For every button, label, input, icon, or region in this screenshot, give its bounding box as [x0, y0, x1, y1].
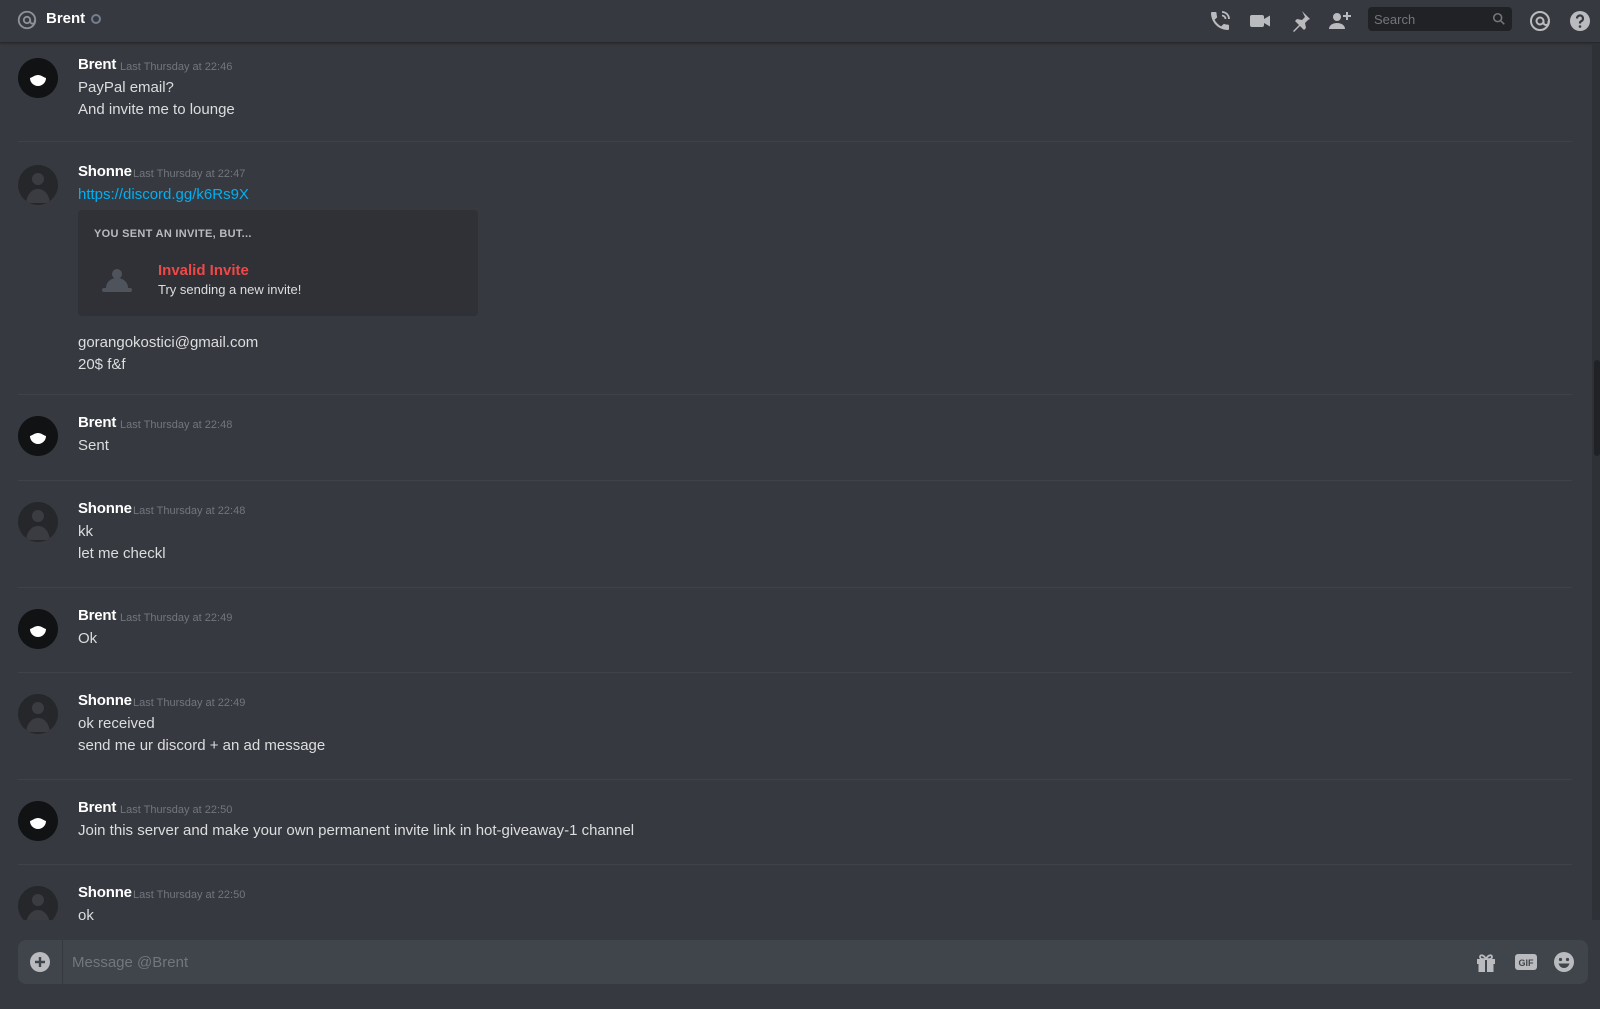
brent-avatar-icon [18, 801, 58, 841]
username[interactable]: Shonne [78, 500, 132, 517]
search-input[interactable]: Search [1368, 7, 1512, 31]
message-text: Join this server and make your own perma… [78, 822, 635, 839]
mentions-icon[interactable] [1528, 9, 1552, 33]
channel-title: Brent [46, 10, 86, 27]
embed-title: Invalid Invite [158, 262, 249, 279]
channel-header: Brent Search [0, 0, 1600, 43]
message-text: send me ur discord + an ad message [78, 737, 326, 754]
embed-header: YOU SENT AN INVITE, BUT... [94, 228, 252, 240]
avatar[interactable] [18, 58, 58, 98]
message-divider [18, 864, 1572, 865]
status-indicator-icon [91, 14, 101, 24]
username[interactable]: Brent [78, 607, 116, 624]
shonne-avatar-icon [18, 886, 58, 920]
scrollbar-thumb[interactable] [1594, 360, 1600, 456]
username[interactable]: Brent [78, 56, 116, 73]
avatar[interactable] [18, 801, 58, 841]
gift-icon[interactable] [1474, 951, 1498, 973]
message-divider [18, 779, 1572, 780]
avatar[interactable] [18, 502, 58, 542]
message-divider [18, 141, 1572, 142]
composer-divider [62, 940, 63, 984]
timestamp: Last Thursday at 22:50 [133, 889, 246, 901]
gif-icon[interactable]: GIF [1514, 951, 1538, 973]
emoji-icon[interactable] [1552, 951, 1576, 973]
message-text: And invite me to lounge [78, 101, 235, 118]
message-text: 20$ f&f [78, 356, 126, 373]
username[interactable]: Brent [78, 799, 116, 816]
scrollbar-track[interactable] [1592, 44, 1600, 920]
add-friend-icon[interactable] [1328, 9, 1352, 33]
invite-embed: YOU SENT AN INVITE, BUT... Invalid Invit… [78, 210, 478, 316]
username[interactable]: Brent [78, 414, 116, 431]
message-text: kk [78, 523, 93, 540]
brent-avatar-icon [18, 609, 58, 649]
help-icon[interactable] [1568, 9, 1592, 33]
message-text: ok [78, 907, 94, 920]
pin-icon[interactable] [1288, 9, 1312, 33]
brent-avatar-icon [18, 416, 58, 456]
at-icon [17, 10, 37, 30]
svg-text:GIF: GIF [1519, 958, 1535, 968]
message-text: Ok [78, 630, 98, 647]
timestamp: Last Thursday at 22:46 [120, 61, 233, 73]
invite-link[interactable]: https://discord.gg/k6Rs9X [78, 186, 249, 203]
username[interactable]: Shonne [78, 692, 132, 709]
upload-plus-icon[interactable] [29, 951, 51, 973]
username[interactable]: Shonne [78, 163, 132, 180]
message-text: Sent [78, 437, 109, 454]
avatar[interactable] [18, 165, 58, 205]
timestamp: Last Thursday at 22:47 [133, 168, 246, 180]
message-text: PayPal email? [78, 79, 174, 96]
timestamp: Last Thursday at 22:49 [133, 697, 246, 709]
avatar[interactable] [18, 694, 58, 734]
shonne-avatar-icon [18, 502, 58, 542]
message-list[interactable]: Brent Last Thursday at 22:46 PayPal emai… [0, 44, 1590, 920]
timestamp: Last Thursday at 22:48 [120, 419, 233, 431]
shonne-avatar-icon [18, 165, 58, 205]
search-placeholder: Search [1374, 12, 1416, 27]
message-input[interactable] [72, 940, 1472, 984]
dm-window: Brent Search Brent Last Thursday at 22:4… [0, 0, 1600, 1009]
message-divider [18, 587, 1572, 588]
avatar[interactable] [18, 416, 58, 456]
message-divider [18, 394, 1572, 395]
video-call-icon[interactable] [1248, 9, 1272, 33]
brent-avatar-icon [18, 58, 58, 98]
shonne-avatar-icon [18, 694, 58, 734]
avatar[interactable] [18, 609, 58, 649]
timestamp: Last Thursday at 22:49 [120, 612, 233, 624]
message-text: let me checkl [78, 545, 166, 562]
invalid-invite-icon [102, 269, 132, 292]
embed-subtitle: Try sending a new invite! [158, 282, 302, 297]
message-composer: GIF [18, 940, 1588, 984]
timestamp: Last Thursday at 22:50 [120, 804, 233, 816]
avatar[interactable] [18, 886, 58, 920]
message-divider [18, 672, 1572, 673]
message-text: gorangokostici@gmail.com [78, 334, 259, 351]
message-text: ok received [78, 715, 155, 732]
search-icon[interactable] [1492, 12, 1506, 26]
phone-call-icon[interactable] [1208, 9, 1232, 33]
message-divider [18, 480, 1572, 481]
username[interactable]: Shonne [78, 884, 132, 901]
timestamp: Last Thursday at 22:48 [133, 505, 246, 517]
